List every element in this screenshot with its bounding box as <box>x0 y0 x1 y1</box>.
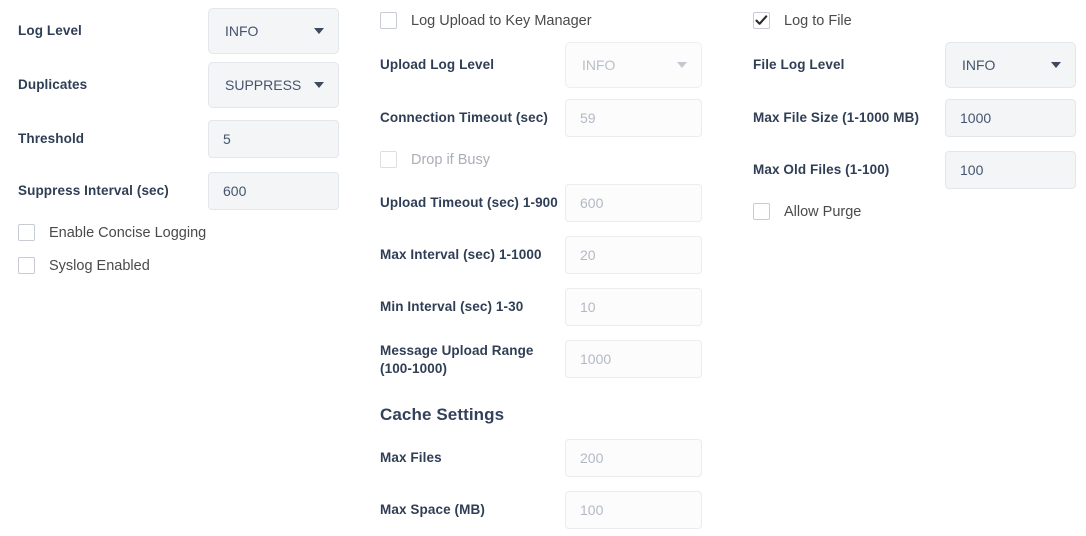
chevron-down-icon <box>314 82 324 88</box>
form-row-message-upload-range: Message Upload Range (100-1000) 1000 <box>380 340 730 378</box>
select-log-level-value: INFO <box>225 23 258 39</box>
label-max-file-size: Max File Size (1-1000 MB) <box>753 109 945 127</box>
checkbox-label-log-to-file: Log to File <box>784 13 852 29</box>
select-file-log-level-value: INFO <box>962 57 995 73</box>
form-row-max-space: Max Space (MB) 100 <box>380 491 730 529</box>
checkbox-log-to-file[interactable] <box>753 12 770 29</box>
label-min-interval: Min Interval (sec) 1-30 <box>380 298 565 316</box>
select-file-log-level[interactable]: INFO <box>945 42 1076 88</box>
checkbox-row-log-upload-to-key-manager[interactable]: Log Upload to Key Manager <box>380 12 592 29</box>
input-connection-timeout[interactable]: 59 <box>565 99 702 137</box>
checkbox-drop-if-busy[interactable] <box>380 151 397 168</box>
input-max-interval[interactable]: 20 <box>565 236 702 274</box>
select-duplicates[interactable]: SUPPRESS <box>208 62 339 108</box>
input-max-space[interactable]: 100 <box>565 491 702 529</box>
form-row-max-old-files: Max Old Files (1-100) 100 <box>753 151 1086 189</box>
input-threshold[interactable]: 5 <box>208 120 339 158</box>
form-row-upload-timeout: Upload Timeout (sec) 1-900 600 <box>380 184 730 222</box>
checkbox-label-enable-concise-logging: Enable Concise Logging <box>49 225 206 241</box>
input-suppress-interval[interactable]: 600 <box>208 172 339 210</box>
input-connection-timeout-value: 59 <box>580 110 596 126</box>
input-max-old-files[interactable]: 100 <box>945 151 1076 189</box>
input-max-space-value: 100 <box>580 502 603 518</box>
input-max-old-files-value: 100 <box>960 162 983 178</box>
cache-settings-heading: Cache Settings <box>380 405 504 425</box>
checkbox-row-log-to-file[interactable]: Log to File <box>753 12 852 29</box>
form-row-max-files: Max Files 200 <box>380 439 730 477</box>
checkbox-log-upload-to-key-manager[interactable] <box>380 12 397 29</box>
label-message-upload-range: Message Upload Range (100-1000) <box>380 340 565 378</box>
checkbox-row-syslog-enabled[interactable]: Syslog Enabled <box>18 257 150 274</box>
input-message-upload-range[interactable]: 1000 <box>565 340 702 378</box>
label-log-level: Log Level <box>18 22 208 40</box>
form-row-upload-log-level: Upload Log Level INFO <box>380 42 730 88</box>
label-upload-timeout: Upload Timeout (sec) 1-900 <box>380 194 565 212</box>
label-duplicates: Duplicates <box>18 76 208 94</box>
checkbox-label-syslog-enabled: Syslog Enabled <box>49 258 150 274</box>
input-threshold-value: 5 <box>223 131 231 147</box>
form-row-min-interval: Min Interval (sec) 1-30 10 <box>380 288 730 326</box>
select-upload-log-level[interactable]: INFO <box>565 42 702 88</box>
form-row-file-log-level: File Log Level INFO <box>753 42 1086 88</box>
chevron-down-icon <box>1051 62 1061 68</box>
form-row-duplicates: Duplicates SUPPRESS <box>18 62 350 108</box>
label-suppress-interval: Suppress Interval (sec) <box>18 182 208 200</box>
label-threshold: Threshold <box>18 130 208 148</box>
input-max-files-value: 200 <box>580 450 603 466</box>
input-max-files[interactable]: 200 <box>565 439 702 477</box>
checkbox-syslog-enabled[interactable] <box>18 257 35 274</box>
label-max-old-files: Max Old Files (1-100) <box>753 161 945 179</box>
checkbox-label-allow-purge: Allow Purge <box>784 204 861 220</box>
input-max-file-size-value: 1000 <box>960 110 991 126</box>
form-row-suppress-interval: Suppress Interval (sec) 600 <box>18 172 350 210</box>
input-min-interval[interactable]: 10 <box>565 288 702 326</box>
label-max-space: Max Space (MB) <box>380 501 565 519</box>
form-row-connection-timeout: Connection Timeout (sec) 59 <box>380 99 730 137</box>
label-file-log-level: File Log Level <box>753 56 945 74</box>
form-row-threshold: Threshold 5 <box>18 120 350 158</box>
select-upload-log-level-value: INFO <box>582 57 615 73</box>
input-max-interval-value: 20 <box>580 247 596 263</box>
input-upload-timeout[interactable]: 600 <box>565 184 702 222</box>
chevron-down-icon <box>677 62 687 68</box>
form-row-max-file-size: Max File Size (1-1000 MB) 1000 <box>753 99 1086 137</box>
chevron-down-icon <box>314 28 324 34</box>
input-suppress-interval-value: 600 <box>223 183 246 199</box>
checkbox-label-log-upload-to-key-manager: Log Upload to Key Manager <box>411 13 592 29</box>
checkbox-row-drop-if-busy[interactable]: Drop if Busy <box>380 151 490 168</box>
label-upload-log-level: Upload Log Level <box>380 56 565 74</box>
label-connection-timeout: Connection Timeout (sec) <box>380 109 565 127</box>
input-min-interval-value: 10 <box>580 299 596 315</box>
checkbox-allow-purge[interactable] <box>753 203 770 220</box>
input-message-upload-range-value: 1000 <box>580 351 611 367</box>
checkbox-enable-concise-logging[interactable] <box>18 224 35 241</box>
checkbox-row-enable-concise-logging[interactable]: Enable Concise Logging <box>18 224 206 241</box>
input-upload-timeout-value: 600 <box>580 195 603 211</box>
checkbox-row-allow-purge[interactable]: Allow Purge <box>753 203 861 220</box>
form-row-max-interval: Max Interval (sec) 1-1000 20 <box>380 236 730 274</box>
select-duplicates-value: SUPPRESS <box>225 77 301 93</box>
checkbox-label-drop-if-busy: Drop if Busy <box>411 152 490 168</box>
form-row-log-level: Log Level INFO <box>18 8 350 54</box>
select-log-level[interactable]: INFO <box>208 8 339 54</box>
label-max-interval: Max Interval (sec) 1-1000 <box>380 246 565 264</box>
label-max-files: Max Files <box>380 449 565 467</box>
input-max-file-size[interactable]: 1000 <box>945 99 1076 137</box>
logging-settings-panel: Log Level INFO Duplicates SUPPRESS Thres… <box>0 0 1086 536</box>
